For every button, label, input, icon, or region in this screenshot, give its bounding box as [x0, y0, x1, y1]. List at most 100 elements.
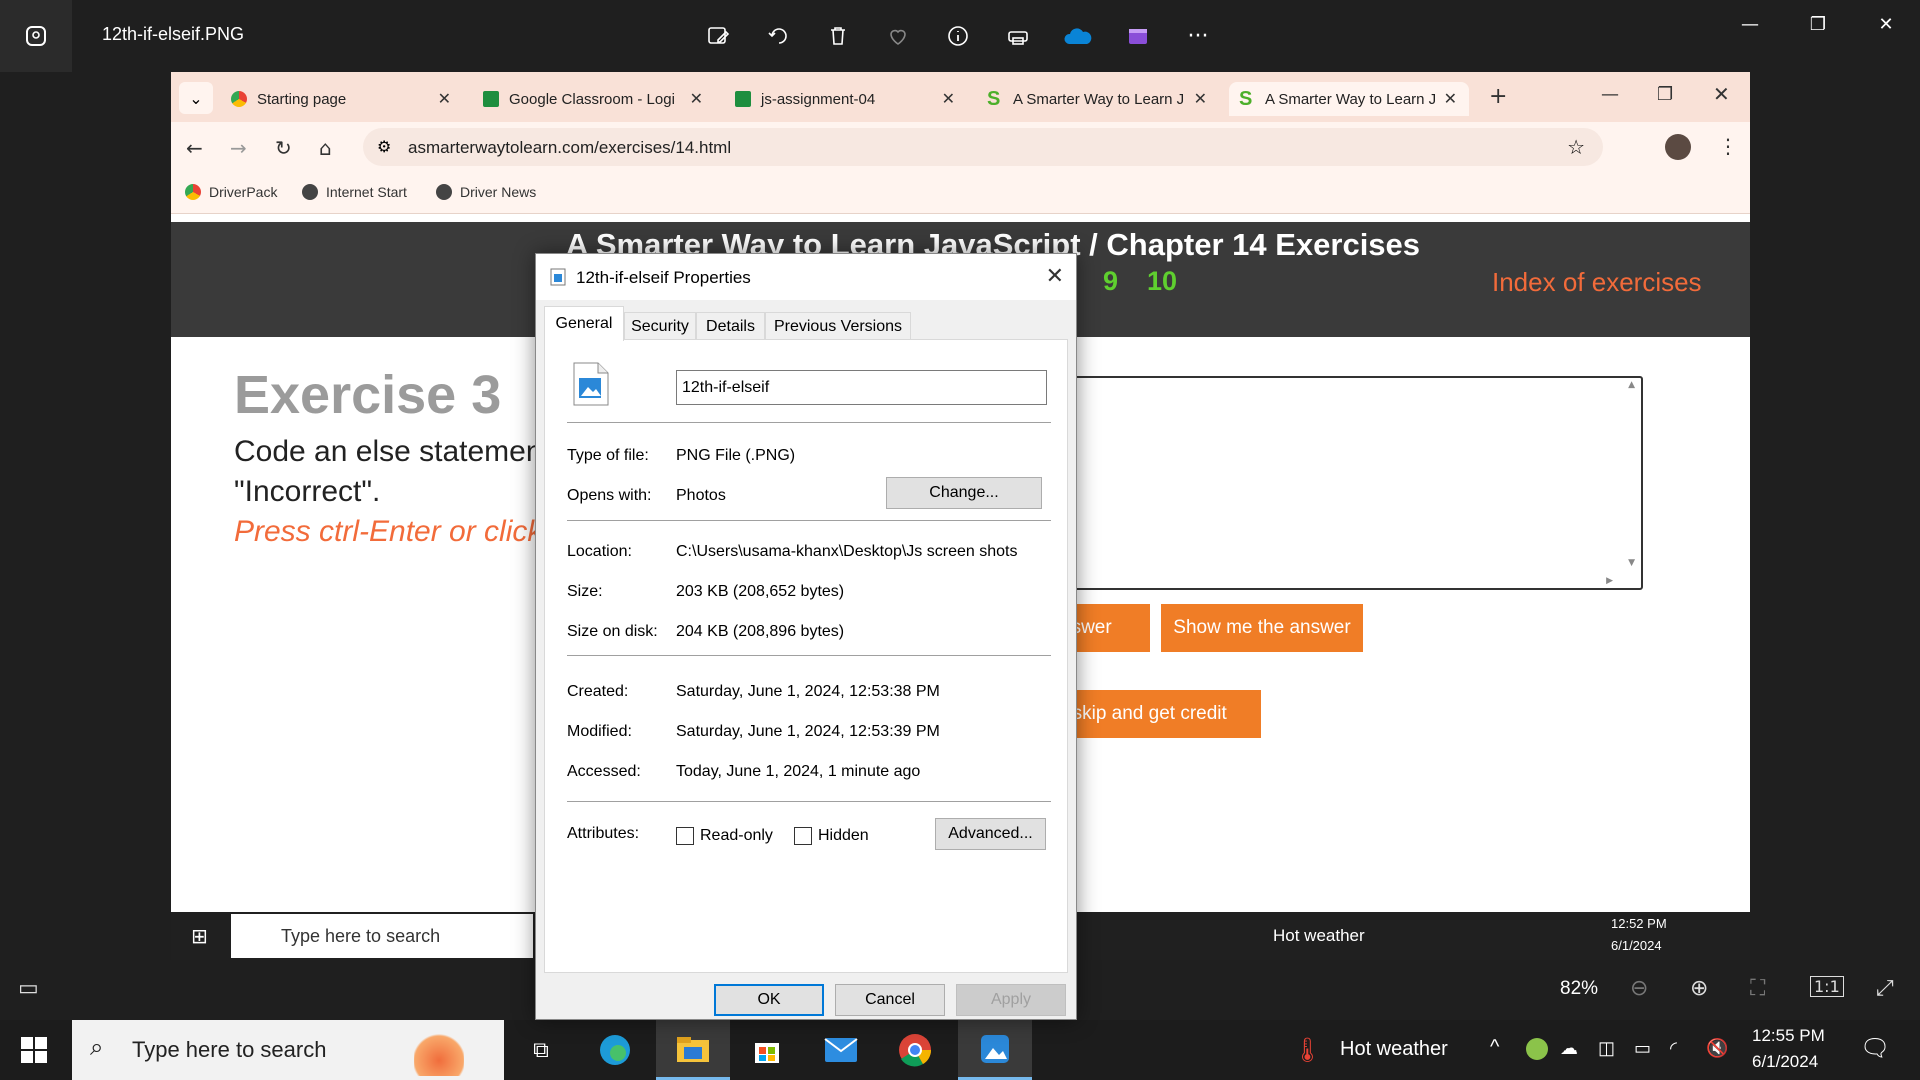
- weather-icon[interactable]: 🌡: [1292, 1036, 1322, 1065]
- show-answer-button[interactable]: Show me the answer: [1161, 604, 1363, 652]
- close-tab-icon[interactable]: ✕: [1444, 89, 1457, 109]
- print-icon[interactable]: [1000, 18, 1036, 54]
- zoom-out-icon[interactable]: ⊖: [1630, 976, 1648, 1001]
- tab-previous-versions[interactable]: Previous Versions: [765, 312, 911, 340]
- url-bar[interactable]: ⚙ asmarterwaytolearn.com/exercises/14.ht…: [363, 128, 1603, 166]
- driverpack-favicon-icon: [231, 91, 247, 107]
- browser-restore-icon[interactable]: ❐: [1657, 84, 1673, 105]
- readonly-checkbox[interactable]: [676, 827, 694, 845]
- driverpack-tray-icon[interactable]: [1526, 1038, 1548, 1060]
- fit-screen-icon[interactable]: ⛶: [1750, 976, 1765, 1001]
- browser-close-icon[interactable]: ✕: [1713, 82, 1730, 106]
- tab-details[interactable]: Details: [696, 312, 765, 340]
- tab-general[interactable]: General: [544, 306, 624, 341]
- close-icon[interactable]: ✕: [1852, 0, 1920, 48]
- tab-smarter-way-active[interactable]: S A Smarter Way to Learn J ✕: [1229, 82, 1469, 116]
- more-options-icon[interactable]: ···: [1180, 18, 1216, 54]
- minimize-icon[interactable]: —: [1716, 0, 1784, 48]
- file-explorer-icon[interactable]: [656, 1020, 730, 1080]
- wifi-icon[interactable]: ◜: [1670, 1038, 1677, 1059]
- menu-icon[interactable]: ⋮: [1718, 134, 1738, 158]
- forward-icon[interactable]: →: [230, 136, 247, 160]
- close-tab-icon[interactable]: ✕: [690, 89, 703, 109]
- readonly-label[interactable]: Read-only: [700, 827, 773, 845]
- tab-js-assignment[interactable]: js-assignment-04 ✕: [735, 82, 955, 116]
- delete-icon[interactable]: [820, 18, 856, 54]
- meet-now-icon[interactable]: ◫: [1598, 1038, 1615, 1059]
- smarter-way-favicon-icon: S: [987, 88, 1001, 110]
- index-of-exercises-link[interactable]: Index of exercises: [1492, 267, 1702, 298]
- bookmark-star-icon[interactable]: ☆: [1567, 135, 1585, 159]
- tab-starting-page[interactable]: Starting page ✕: [231, 82, 451, 116]
- exercise-num-10[interactable]: 10: [1147, 266, 1177, 297]
- dialog-close-icon[interactable]: ✕: [1046, 264, 1064, 289]
- task-view-icon[interactable]: ⧉: [504, 1020, 578, 1080]
- notifications-icon[interactable]: 🗨: [1860, 1034, 1890, 1063]
- hidden-checkbox[interactable]: [794, 827, 812, 845]
- code-editor[interactable]: ▲ ▼ ▶: [1031, 376, 1643, 590]
- profile-avatar[interactable]: [1665, 134, 1691, 160]
- inner-search-box: Type here to search: [231, 914, 533, 958]
- advanced-button[interactable]: Advanced...: [935, 818, 1046, 850]
- favorite-icon[interactable]: [880, 18, 916, 54]
- tab-smarter-way-1[interactable]: S A Smarter Way to Learn J ✕: [987, 82, 1207, 116]
- bookmark-driverpack[interactable]: DriverPack: [185, 184, 277, 200]
- general-panel: Type of file: PNG File (.PNG) Opens with…: [544, 339, 1068, 973]
- ok-button[interactable]: OK: [714, 984, 824, 1016]
- back-icon[interactable]: ←: [186, 136, 203, 160]
- chrome-icon[interactable]: [878, 1020, 952, 1080]
- onedrive-tray-icon[interactable]: ☁: [1560, 1038, 1578, 1059]
- close-tab-icon[interactable]: ✕: [1194, 89, 1207, 109]
- rotate-icon[interactable]: [760, 18, 796, 54]
- new-tab-icon[interactable]: +: [1489, 84, 1507, 109]
- tab-security[interactable]: Security: [624, 312, 696, 340]
- clock-date[interactable]: 6/1/2024: [1752, 1052, 1818, 1072]
- reload-icon[interactable]: ↻: [275, 136, 292, 160]
- photos-titlebar: 12th-if-elseif.PNG ··· — ❐ ✕: [0, 0, 1920, 72]
- change-button[interactable]: Change...: [886, 477, 1042, 509]
- browser-minimize-icon[interactable]: —: [1601, 84, 1619, 105]
- taskbar-search[interactable]: ⌕ Type here to search: [72, 1020, 504, 1080]
- mail-icon[interactable]: [804, 1020, 878, 1080]
- restore-icon[interactable]: ❐: [1784, 0, 1852, 48]
- filename-input[interactable]: [676, 370, 1047, 405]
- zoom-in-icon[interactable]: ⊕: [1690, 976, 1708, 1001]
- skip-button[interactable]: - skip and get credit: [1061, 690, 1261, 738]
- weather-text[interactable]: Hot weather: [1340, 1038, 1448, 1061]
- onedrive-icon[interactable]: [1060, 18, 1096, 54]
- close-tab-icon[interactable]: ✕: [942, 89, 955, 109]
- close-tab-icon[interactable]: ✕: [438, 89, 451, 109]
- exercise-num-9[interactable]: 9: [1103, 266, 1118, 297]
- coral-search-art-icon: [414, 1024, 464, 1076]
- edge-icon[interactable]: [578, 1020, 652, 1080]
- file-type-value: PNG File (.PNG): [676, 447, 796, 464]
- battery-icon[interactable]: ▭: [1634, 1038, 1651, 1059]
- store-icon[interactable]: [730, 1020, 804, 1080]
- photos-taskbar-icon[interactable]: [958, 1020, 1032, 1080]
- separator: [567, 520, 1051, 521]
- volume-muted-icon[interactable]: 🔇: [1706, 1038, 1728, 1059]
- bookmark-internet-start[interactable]: Internet Start: [302, 184, 407, 200]
- info-icon[interactable]: [940, 18, 976, 54]
- tab-google-classroom[interactable]: Google Classroom - Logi ✕: [483, 82, 703, 116]
- fullscreen-icon[interactable]: ⤢: [1876, 976, 1894, 1001]
- edit-image-icon[interactable]: [700, 18, 736, 54]
- accessed-value: Today, June 1, 2024, 1 minute ago: [676, 763, 921, 780]
- site-info-icon[interactable]: ⚙: [377, 137, 391, 156]
- clock-time[interactable]: 12:55 PM: [1752, 1026, 1825, 1046]
- home-icon[interactable]: ⌂: [319, 136, 332, 160]
- bookmarks-bar: DriverPack Internet Start Driver News: [171, 172, 1750, 214]
- cancel-button[interactable]: Cancel: [835, 984, 945, 1016]
- actual-size-icon[interactable]: 1:1: [1810, 976, 1844, 997]
- hidden-label[interactable]: Hidden: [818, 827, 869, 845]
- show-hidden-icons-icon[interactable]: ^: [1490, 1036, 1499, 1059]
- png-file-icon: [550, 268, 566, 286]
- filmstrip-icon[interactable]: ▭: [18, 976, 39, 1001]
- clipchamp-icon[interactable]: [1120, 18, 1156, 54]
- tab-search-icon[interactable]: ⌄: [179, 82, 213, 114]
- properties-dialog: 12th-if-elseif Properties ✕ General Secu…: [535, 253, 1077, 1020]
- apply-button[interactable]: Apply: [956, 984, 1066, 1016]
- start-icon[interactable]: [20, 1036, 48, 1068]
- bookmark-driver-news[interactable]: Driver News: [436, 184, 536, 200]
- photos-app-icon[interactable]: [0, 0, 72, 72]
